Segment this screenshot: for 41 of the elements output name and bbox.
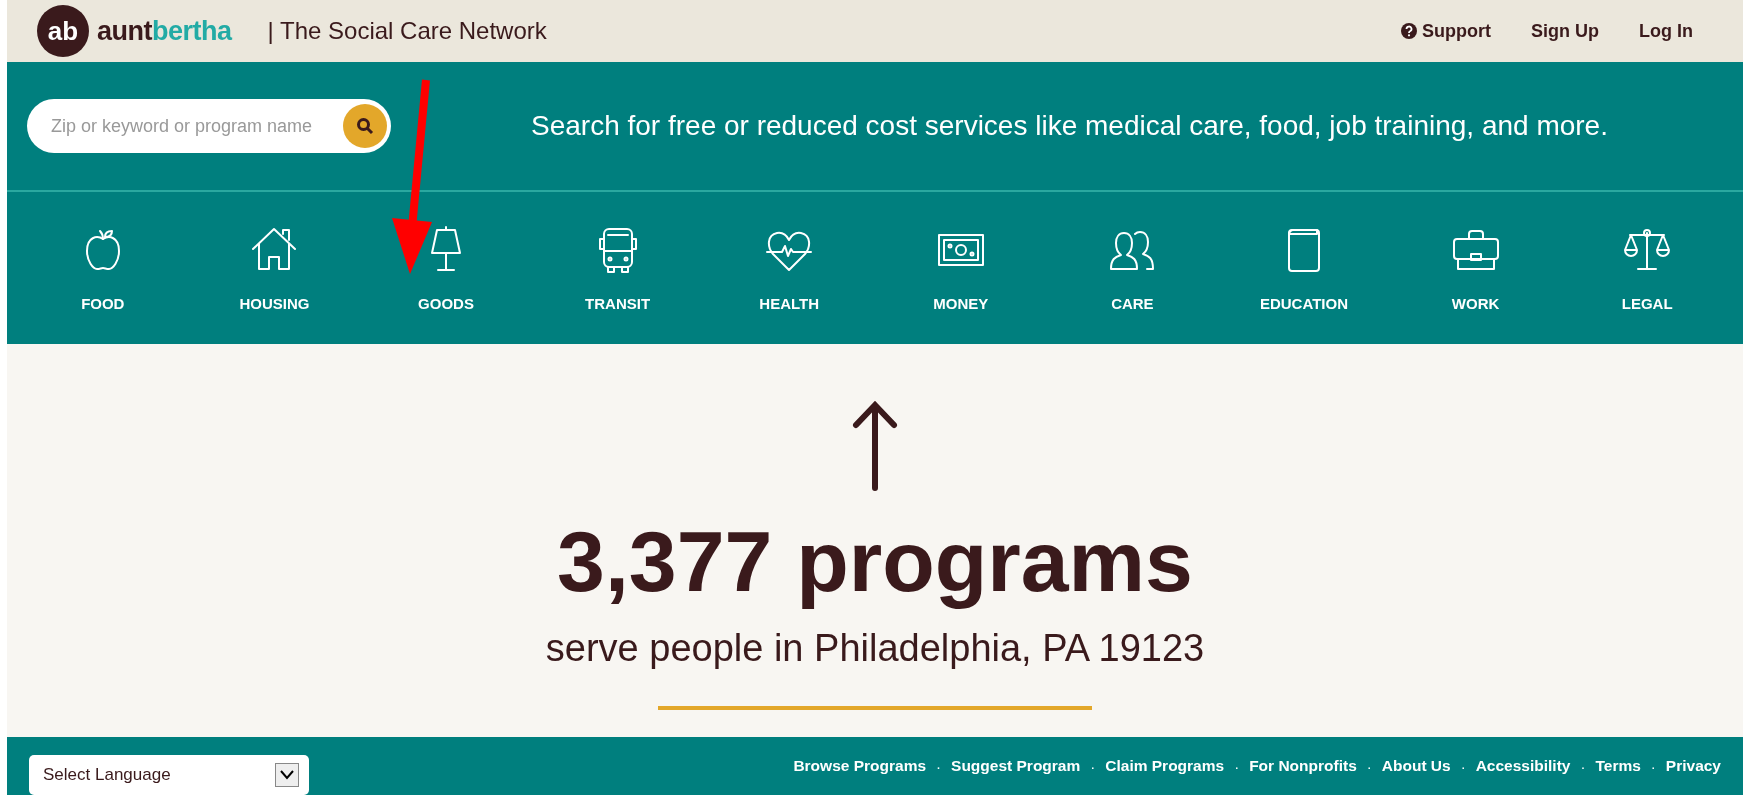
program-count: 3,377 programs (557, 512, 1193, 611)
nav-link[interactable]: Support (1401, 20, 1491, 42)
help-icon (1401, 23, 1417, 39)
up-arrow-icon (850, 400, 900, 492)
nav-link[interactable]: Sign Up (1531, 20, 1599, 42)
search-icon (356, 117, 374, 135)
footer-link[interactable]: For Nonprofits (1249, 757, 1357, 775)
category-link[interactable]: CARE (1046, 192, 1219, 344)
separator-dot: · (1234, 757, 1240, 775)
footer-link[interactable]: Privacy (1665, 757, 1721, 775)
search-bar[interactable]: Zip or keyword or program name (27, 99, 391, 153)
separator-dot: · (1366, 757, 1372, 775)
category-link[interactable]: TRANSIT (531, 192, 704, 344)
logo-badge[interactable]: ab (37, 5, 89, 57)
separator-dot: · (1460, 757, 1466, 775)
footer-link[interactable]: Accessibility (1475, 757, 1571, 775)
footer-link[interactable]: Terms (1595, 757, 1641, 775)
category-link[interactable]: EDUCATION (1218, 192, 1390, 344)
separator-dot: · (1090, 757, 1096, 775)
category-link[interactable]: LEGAL (1561, 192, 1733, 344)
tagline: | The Social Care Network (267, 17, 547, 45)
logo-wordmark[interactable]: auntbertha (97, 15, 232, 47)
footer-link[interactable]: About Us (1381, 757, 1451, 775)
category-link[interactable]: FOOD (17, 192, 189, 344)
headline: Search for free or reduced cost services like medical care, food, job training, and more. (531, 110, 1608, 142)
category-link[interactable]: WORK (1389, 192, 1562, 344)
footer-link[interactable]: Browse Programs (793, 757, 927, 775)
separator-dot: · (936, 757, 942, 775)
language-select[interactable]: Select Language (29, 755, 309, 795)
category-link[interactable]: GOODS (360, 192, 532, 344)
category-link[interactable]: HOUSING (188, 192, 361, 344)
nav-link[interactable]: Log In (1639, 20, 1693, 42)
separator-dot: · (1580, 757, 1586, 775)
search-button[interactable] (343, 104, 387, 148)
separator-dot: · (1650, 757, 1656, 775)
category-link[interactable]: HEALTH (703, 192, 875, 344)
footer-link[interactable]: Suggest Program (951, 757, 1081, 775)
category-link[interactable]: MONEY (875, 192, 1047, 344)
location-text: serve people in Philadelphia, PA 19123 (545, 627, 1205, 671)
chevron-down-icon (280, 770, 294, 780)
footer-link[interactable]: Claim Programs (1105, 757, 1225, 775)
